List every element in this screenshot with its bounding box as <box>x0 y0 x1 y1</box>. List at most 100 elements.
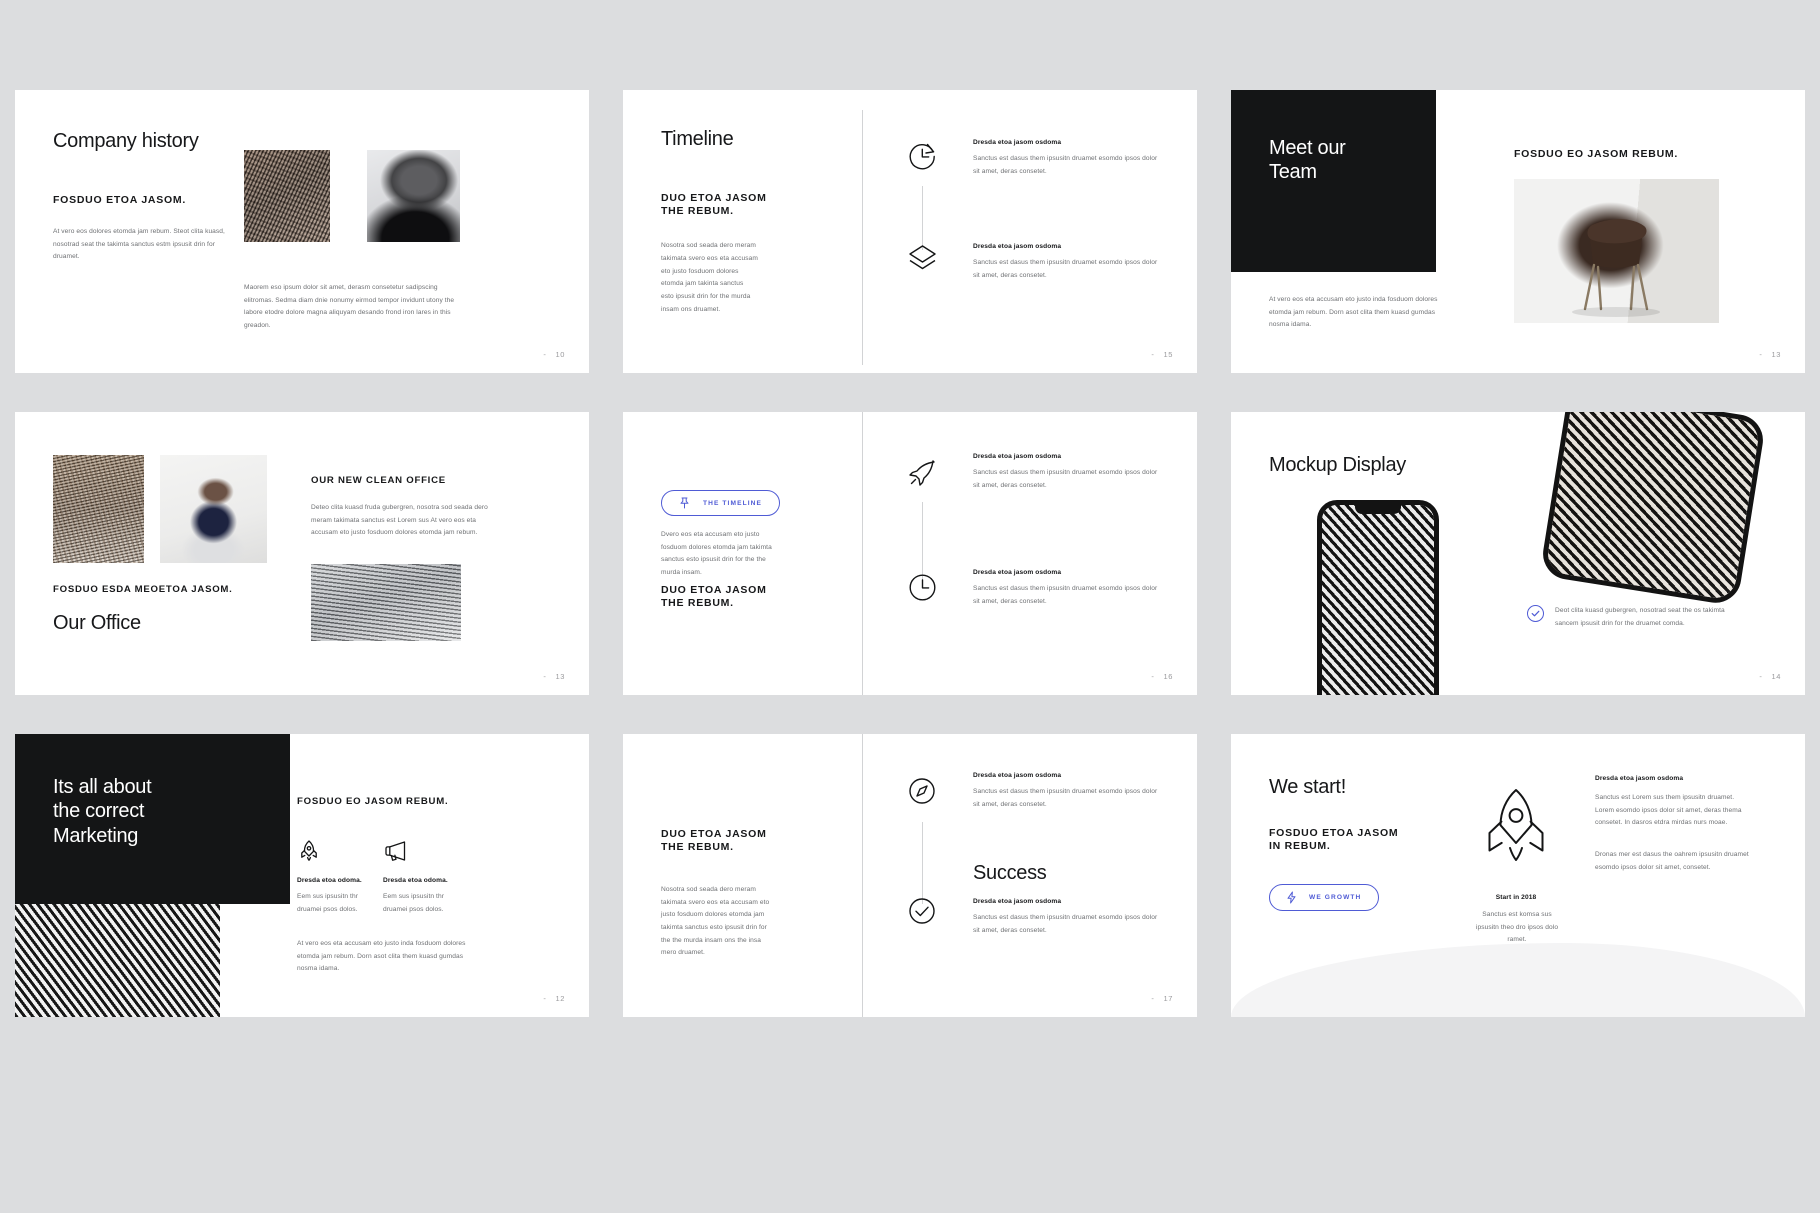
timeline-divider <box>862 110 863 365</box>
phone-mockup-large <box>1539 412 1767 607</box>
section-body: Nosotra sod seada dero meram takimata sv… <box>661 886 770 957</box>
timeline-entry: Dresda etoa jasom osdoma Sanctus est das… <box>973 139 1165 178</box>
page-title: Timeline <box>661 128 734 150</box>
side-body: Deteo clita kuasd fruda gubergren, nosot… <box>311 504 488 537</box>
rocket-heading: Start in 2018 <box>1495 894 1537 901</box>
section-body: Dvero eos eta accusam eto justo fosduom … <box>661 531 772 576</box>
timeline-entry: Dresda etoa jasom osdoma Sanctus est das… <box>973 569 1165 608</box>
clock-icon <box>906 571 939 604</box>
entry-heading: Dresda etoa jasom osdoma <box>973 243 1062 250</box>
the-timeline-button[interactable]: THE TIMELINE <box>661 490 780 516</box>
photo-person-sitting <box>160 455 267 563</box>
layers-icon <box>906 242 939 275</box>
timeline-entry: Dresda etoa jasom osdoma Sanctus est das… <box>973 243 1165 282</box>
page-title: Meet our Team <box>1269 137 1346 184</box>
section-paragraph: Maorem eso ipsum dolor sit amet, derasm … <box>244 284 455 329</box>
the-timeline-button-label: THE TIMELINE <box>703 499 762 507</box>
slide-the-timeline[interactable]: THE TIMELINE Dvero eos eta accusam eto j… <box>623 412 1197 695</box>
entry-text: Sanctus est dasus them ipsusitn druamet … <box>973 155 1158 175</box>
photo-building-facade <box>244 150 330 242</box>
feature-heading: Dresda etoa odoma. <box>383 877 448 884</box>
slide-deck: Company history FOSDUO ETOA JASOM. At ve… <box>0 0 1820 1213</box>
photo-chair <box>1514 179 1719 323</box>
team-title-panel: Meet our Team <box>1231 90 1436 272</box>
marketing-feature: Dresda etoa odoma. Eem sus ipsusitn thr … <box>383 877 461 916</box>
timeline-divider <box>862 734 863 1017</box>
page-title: Success <box>973 862 1047 884</box>
megaphone-icon <box>383 839 409 863</box>
slide-timeline[interactable]: Timeline DUO ETOA JASOM THE REBUM. Nosot… <box>623 90 1197 373</box>
phone-notch <box>1355 505 1401 514</box>
footer-body: At vero eos eta accusam eto justo inda f… <box>297 940 466 973</box>
timeline-connector <box>922 822 923 904</box>
rocket-icon <box>1483 786 1549 874</box>
timeline-connector <box>922 502 923 580</box>
page-number: -12 <box>543 994 565 1003</box>
feature-text: Eem sus ipsusitn thr druamei psos dolos. <box>297 893 358 913</box>
photo-portrait <box>367 150 460 242</box>
timeline-text: Timeline DUO ETOA JASOM THE REBUM. Nosot… <box>661 128 821 316</box>
page-title: Mockup Display <box>1269 454 1406 476</box>
section-body: At vero eos eta accusam eto justo inda f… <box>1269 296 1438 329</box>
compass-icon <box>906 775 938 807</box>
entry-text: Sanctus est dasus them ipsusitn druamet … <box>973 914 1158 934</box>
photo-striped-building <box>15 904 220 1017</box>
marketing-title-panel: Its all about the correct Marketing <box>15 734 290 904</box>
entry-text: Sanctus est dasus them ipsusitn druamet … <box>973 788 1158 808</box>
slide-mockup-display[interactable]: Mockup Display Deot clita kuasd gubergre… <box>1231 412 1805 695</box>
entry-heading: Dresda etoa jasom osdoma <box>973 569 1062 576</box>
slide-company-history[interactable]: Company history FOSDUO ETOA JASOM. At ve… <box>15 90 589 373</box>
mockup-caption-text: Deot clita kuasd gubergren, nosotrad sea… <box>1555 607 1725 627</box>
rocket-send-icon <box>906 456 939 489</box>
we-growth-button[interactable]: WE GROWTH <box>1269 884 1380 911</box>
timeline-entry: Dresda etoa jasom osdoma Sanctus est das… <box>973 898 1165 937</box>
page-number: -16 <box>1151 672 1173 681</box>
entry-heading: Dresda etoa jasom osdoma <box>973 139 1062 146</box>
section-subtitle: DUO ETOA JASOM THE REBUM. <box>661 191 767 218</box>
page-number: -15 <box>1151 350 1173 359</box>
section-body: At vero eos dolores etomda jam rebum. St… <box>53 228 225 261</box>
timeline-entry: Dresda etoa jasom osdoma Sanctus est das… <box>973 772 1165 811</box>
timeline-connector <box>922 186 923 250</box>
entry-text: Sanctus est dasus them ipsusitn druamet … <box>973 585 1158 605</box>
check-circle-icon <box>906 895 938 927</box>
phone-mockup-front <box>1317 500 1439 695</box>
entry-text: Sanctus est dasus them ipsusitn druamet … <box>973 469 1158 489</box>
right-body-1: Sanctus est Lorem sus them ipsusitn drua… <box>1595 794 1742 827</box>
page-number: -10 <box>543 350 565 359</box>
page-number: -14 <box>1759 672 1781 681</box>
check-circle-icon <box>1527 605 1544 622</box>
we-growth-button-label: WE GROWTH <box>1309 894 1362 901</box>
right-heading: Dresda etoa jasom osdoma <box>1595 775 1684 782</box>
section-subtitle: FOSDUO EO JASOM REBUM. <box>1514 148 1679 160</box>
photo-tower <box>53 455 144 563</box>
entry-heading: Dresda etoa jasom osdoma <box>973 453 1062 460</box>
side-heading: OUR NEW CLEAN OFFICE <box>311 475 446 486</box>
page-title: We start! <box>1269 776 1346 798</box>
section-subtitle: DUO ETOA JASOM THE REBUM. <box>661 828 767 854</box>
page-number: -13 <box>543 672 565 681</box>
section-subtitle: FOSDUO EO JASOM REBUM. <box>297 796 449 807</box>
slide-success[interactable]: DUO ETOA JASOM THE REBUM. Nosotra sod se… <box>623 734 1197 1017</box>
pin-icon <box>679 497 690 509</box>
wave-decoration <box>1231 943 1805 1017</box>
bolt-icon <box>1287 891 1296 904</box>
slide-we-start[interactable]: We start! FOSDUO ETOA JASOM IN REBUM. WE… <box>1231 734 1805 1017</box>
page-number: -17 <box>1151 994 1173 1003</box>
section-subtitle: DUO ETOA JASOM THE REBUM. <box>661 584 767 610</box>
page-title: Our Office <box>53 612 141 634</box>
marketing-feature: Dresda etoa odoma. Eem sus ipsusitn thr … <box>297 877 375 916</box>
page-number: -13 <box>1759 350 1781 359</box>
entry-heading: Dresda etoa jasom osdoma <box>973 772 1062 779</box>
clock-arrow-icon <box>906 140 939 173</box>
section-subtitle: FOSDUO ETOA JASOM IN REBUM. <box>1269 827 1399 853</box>
slide-our-office[interactable]: FOSDUO ESDA MEOETOA JASOM. Our Office OU… <box>15 412 589 695</box>
timeline-entry: Dresda etoa jasom osdoma Sanctus est das… <box>973 453 1165 492</box>
feature-text: Eem sus ipsusitn thr druamei psos dolos. <box>383 893 444 913</box>
mockup-caption: Deot clita kuasd gubergren, nosotrad sea… <box>1527 605 1749 630</box>
slide-meet-our-team[interactable]: Meet our Team FOSDUO EO JASOM REBUM. At … <box>1231 90 1805 373</box>
right-body-2: Dronas mer est dasus the oahrem ipsusitn… <box>1595 850 1749 871</box>
photo-curved-building <box>311 564 461 641</box>
slide-marketing[interactable]: Its all about the correct Marketing FOSD… <box>15 734 589 1017</box>
we-start-right-column: Dresda etoa jasom osdoma Sanctus est Lor… <box>1595 775 1750 874</box>
